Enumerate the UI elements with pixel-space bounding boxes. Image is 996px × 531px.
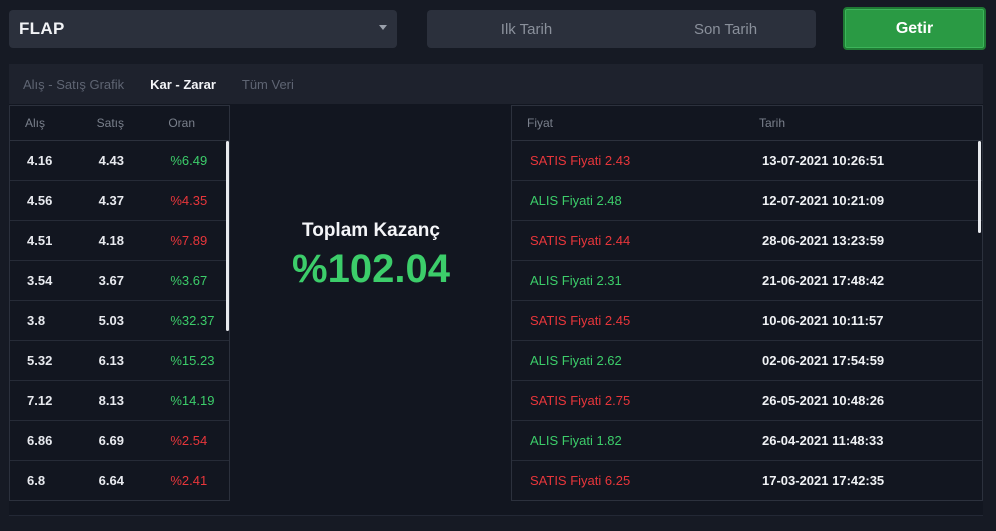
date-cell: 13-07-2021 10:26:51 xyxy=(762,153,885,168)
table-row[interactable]: ALIS Fiyati 2.31 21-06-2021 17:48:42 xyxy=(512,261,982,301)
chevron-down-icon[interactable] xyxy=(379,25,387,30)
price-cell: ALIS Fiyati 2.31 xyxy=(530,273,622,288)
table-row[interactable]: 4.51 4.18 %7.89 xyxy=(10,221,229,261)
table-body: SATIS Fiyati 2.43 13-07-2021 10:26:51 ALIS… xyxy=(512,141,982,500)
table-header: Alış Satış Oran xyxy=(10,106,229,141)
column-header-tarih[interactable]: Tarih xyxy=(744,116,964,130)
alis-cell: 4.16 xyxy=(27,153,53,168)
price-cell: SATIS Fiyati 2.75 xyxy=(530,393,631,408)
alis-cell: 7.12 xyxy=(27,393,53,408)
satis-cell: 6.69 xyxy=(98,433,124,448)
table-row[interactable]: 6.8 6.64 %2.41 xyxy=(10,461,229,500)
oran-cell: %2.41 xyxy=(170,473,208,488)
getir-button[interactable]: Getir xyxy=(843,7,986,50)
summary-title: Toplam Kazanç xyxy=(302,220,440,241)
satis-cell: 4.37 xyxy=(98,193,124,208)
satis-cell: 6.64 xyxy=(98,473,124,488)
table-row[interactable]: SATIS Fiyati 6.25 17-03-2021 17:42:35 xyxy=(512,461,982,500)
table-row[interactable]: ALIS Fiyati 2.48 12-07-2021 10:21:09 xyxy=(512,181,982,221)
date-cell: 10-06-2021 10:11:57 xyxy=(762,313,884,328)
alis-cell: 5.32 xyxy=(27,353,53,368)
alis-cell: 3.8 xyxy=(27,313,46,328)
table-row[interactable]: SATIS Fiyati 2.45 10-06-2021 10:11:57 xyxy=(512,301,982,341)
satis-cell: 3.67 xyxy=(98,273,124,288)
oran-cell: %4.35 xyxy=(170,193,208,208)
oran-cell: %3.67 xyxy=(170,273,208,288)
oran-cell: %6.49 xyxy=(170,153,208,168)
column-header-oran[interactable]: Oran xyxy=(153,116,229,130)
satis-cell: 4.18 xyxy=(98,233,124,248)
satis-cell: 8.13 xyxy=(98,393,124,408)
start-date-input[interactable] xyxy=(427,10,626,48)
total-gain-summary: Toplam Kazanç %102.04 xyxy=(231,105,511,501)
date-cell: 26-05-2021 10:48:26 xyxy=(762,393,885,408)
alis-cell: 4.56 xyxy=(27,193,53,208)
tab-tum-veri[interactable]: Tüm Veri xyxy=(242,77,294,92)
oran-cell: %14.19 xyxy=(170,393,215,408)
tab-bar: Alış - Satış Grafik Kar - Zarar Tüm Veri xyxy=(9,64,983,104)
toolbar: FLAP Getir xyxy=(0,0,996,60)
satis-cell: 5.03 xyxy=(98,313,124,328)
date-cell: 02-06-2021 17:54:59 xyxy=(762,353,885,368)
table-row[interactable]: SATIS Fiyati 2.75 26-05-2021 10:48:26 xyxy=(512,381,982,421)
tab-alis-satis-grafik[interactable]: Alış - Satış Grafik xyxy=(23,77,124,92)
price-cell: SATIS Fiyati 2.45 xyxy=(530,313,631,328)
table-header: Fiyat Tarih xyxy=(512,106,982,141)
table-row[interactable]: SATIS Fiyati 2.44 28-06-2021 13:23:59 xyxy=(512,221,982,261)
table-row[interactable]: ALIS Fiyati 1.82 26-04-2021 11:48:33 xyxy=(512,421,982,461)
date-cell: 21-06-2021 17:48:42 xyxy=(762,273,885,288)
oran-cell: %2.54 xyxy=(170,433,208,448)
table-row[interactable]: 4.56 4.37 %4.35 xyxy=(10,181,229,221)
scrollbar-thumb[interactable] xyxy=(226,141,229,331)
summary-value: %102.04 xyxy=(292,247,450,291)
column-header-fiyat[interactable]: Fiyat xyxy=(512,116,744,130)
table-body: 4.16 4.43 %6.49 4.56 4.37 %4.35 4.51 4.18 %7.89 3… xyxy=(10,141,229,500)
price-cell: ALIS Fiyati 1.82 xyxy=(530,433,622,448)
table-row[interactable]: ALIS Fiyati 2.62 02-06-2021 17:54:59 xyxy=(512,341,982,381)
scrollbar-thumb[interactable] xyxy=(978,141,981,233)
satis-cell: 6.13 xyxy=(98,353,124,368)
alis-cell: 3.54 xyxy=(27,273,53,288)
table-row[interactable]: 4.16 4.43 %6.49 xyxy=(10,141,229,181)
table-row[interactable]: 3.8 5.03 %32.37 xyxy=(10,301,229,341)
date-cell: 28-06-2021 13:23:59 xyxy=(762,233,885,248)
price-cell: ALIS Fiyati 2.62 xyxy=(530,353,622,368)
column-header-satis[interactable]: Satış xyxy=(82,116,154,130)
alis-cell: 6.8 xyxy=(27,473,46,488)
date-cell: 26-04-2021 11:48:33 xyxy=(762,433,884,448)
alis-cell: 4.51 xyxy=(27,233,53,248)
orders-table: Fiyat Tarih SATIS Fiyati 2.43 13-07-2021 … xyxy=(511,105,983,501)
column-header-alis[interactable]: Alış xyxy=(10,116,82,130)
results-panel: Alış - Satış Grafik Kar - Zarar Tüm Veri… xyxy=(9,64,983,516)
table-row[interactable]: 3.54 3.67 %3.67 xyxy=(10,261,229,301)
price-cell: ALIS Fiyati 2.48 xyxy=(530,193,622,208)
alis-cell: 6.86 xyxy=(27,433,53,448)
table-row[interactable]: SATIS Fiyati 2.43 13-07-2021 10:26:51 xyxy=(512,141,982,181)
oran-cell: %7.89 xyxy=(170,233,208,248)
table-row[interactable]: 7.12 8.13 %14.19 xyxy=(10,381,229,421)
end-date-input[interactable] xyxy=(626,10,825,48)
price-cell: SATIS Fiyati 2.43 xyxy=(530,153,631,168)
date-cell: 17-03-2021 17:42:35 xyxy=(762,473,885,488)
price-cell: SATIS Fiyati 6.25 xyxy=(530,473,631,488)
date-range-picker[interactable] xyxy=(427,10,825,48)
satis-cell: 4.43 xyxy=(98,153,124,168)
table-row[interactable]: 6.86 6.69 %2.54 xyxy=(10,421,229,461)
date-cell: 12-07-2021 10:21:09 xyxy=(762,193,885,208)
price-cell: SATIS Fiyati 2.44 xyxy=(530,233,631,248)
symbol-select-value: FLAP xyxy=(19,19,65,38)
oran-cell: %32.37 xyxy=(170,313,215,328)
table-row[interactable]: 5.32 6.13 %15.23 xyxy=(10,341,229,381)
tab-kar-zarar[interactable]: Kar - Zarar xyxy=(150,77,216,92)
trades-table: Alış Satış Oran 4.16 4.43 %6.49 4.56 4.37 %4.… xyxy=(9,105,230,501)
oran-cell: %15.23 xyxy=(170,353,215,368)
symbol-select[interactable]: FLAP xyxy=(9,10,397,48)
